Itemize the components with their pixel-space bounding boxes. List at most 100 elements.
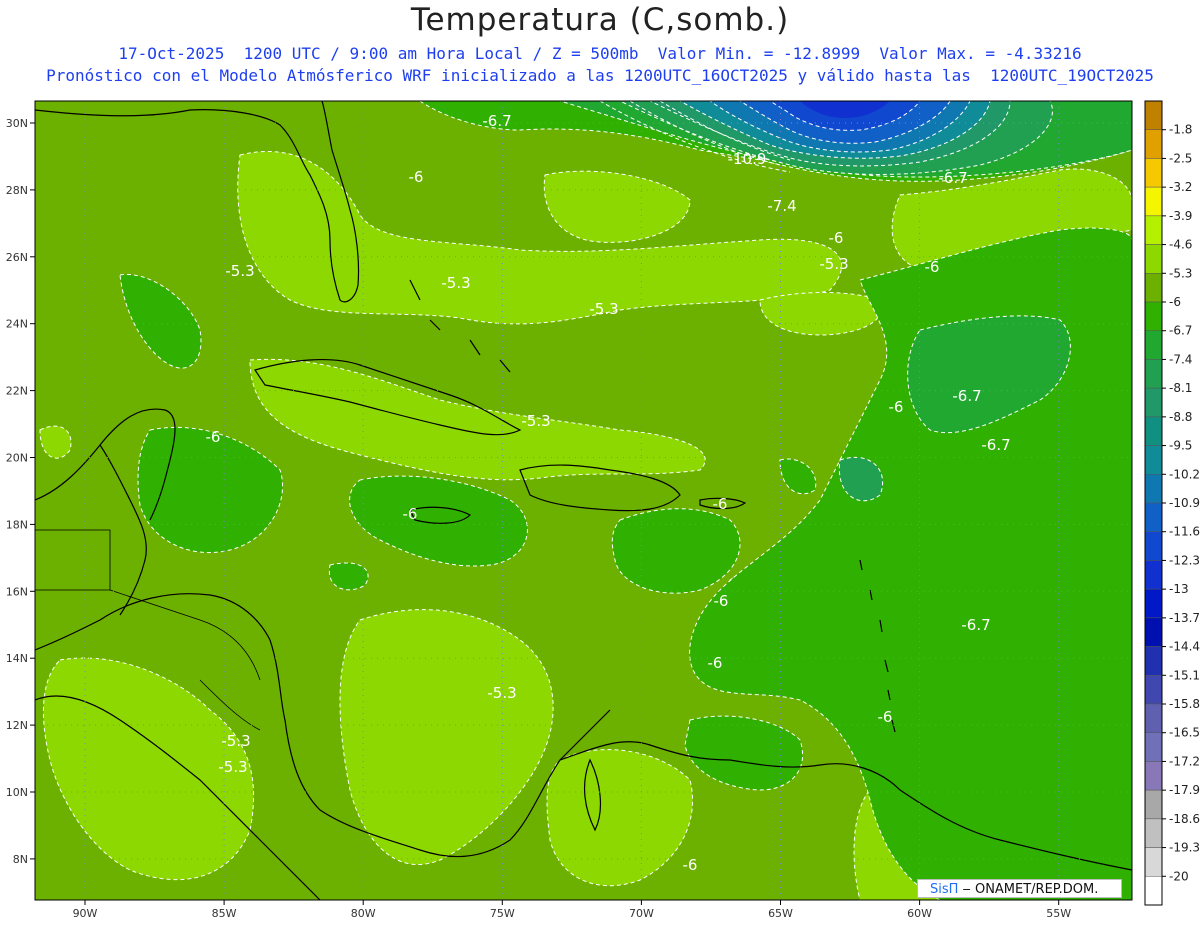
colorbar-swatch: [1144, 646, 1163, 676]
contour-label: -5.3: [487, 684, 516, 702]
lon-tick-label: 70W: [629, 907, 654, 920]
lat-tick-label: 12N: [6, 719, 28, 732]
lat-tick-label: 28N: [6, 184, 28, 197]
temperature-map: -6.7 -10.9 -6 -6.7 -7.4 -6 -5.3 -6 -5.3 -5.3 -5.3 -…: [6, 100, 1200, 920]
contour-label: -5.3: [589, 300, 618, 318]
colorbar-swatch: [1144, 330, 1163, 360]
contour-label: -6.7: [961, 616, 990, 634]
map-plot-area: [35, 101, 1132, 900]
contour-label: -5.3: [441, 274, 470, 292]
colorbar-swatch: [1144, 474, 1163, 504]
colorbar-label: -16.5: [1169, 726, 1200, 740]
colorbar-label: -3.9: [1169, 209, 1192, 223]
lat-tick-label: 10N: [6, 786, 28, 799]
colorbar-swatch: [1144, 215, 1163, 245]
lat-tick-label: 16N: [6, 585, 28, 598]
colorbar-swatch: [1144, 387, 1163, 418]
lat-tick-label: 8N: [13, 853, 28, 866]
colorbar-label: -15.8: [1169, 697, 1200, 711]
colorbar-swatch: [1144, 761, 1163, 791]
lon-tick-label: 90W: [73, 907, 98, 920]
colorbar-swatch: [1144, 100, 1163, 130]
sispi-logo: SisΠ: [930, 882, 959, 897]
contour-label: -6: [683, 856, 698, 874]
contour-label: -5.3: [521, 412, 550, 430]
colorbar-swatch: [1144, 531, 1163, 561]
colorbar-swatch: [1144, 847, 1163, 877]
lon-tick-label: 55W: [1046, 907, 1071, 920]
lat-tick-label: 22N: [6, 385, 28, 398]
colorbar-swatch: [1144, 675, 1163, 705]
contour-label: -5.3: [221, 732, 250, 750]
longitude-axis: 90W 85W 80W 75W 70W 65W 60W 55W: [73, 900, 1071, 920]
colorbar-label: -10.9: [1169, 496, 1200, 510]
colorbar-swatch: [1144, 818, 1163, 848]
colorbar-swatch: [1144, 588, 1163, 619]
contour-label: -5.3: [218, 758, 247, 776]
credit-text: ‒ ONAMET/REP.DOM.: [958, 882, 1099, 897]
credit-box: SisΠ ‒ ONAMET/REP.DOM.: [917, 879, 1122, 898]
colorbar-swatch: [1144, 789, 1163, 820]
lat-tick-label: 20N: [6, 452, 28, 465]
contour-label: -6.7: [482, 112, 511, 130]
colorbar-label: -10.2: [1169, 467, 1200, 481]
contour-label: -6: [409, 168, 424, 186]
colorbar-swatch: [1144, 158, 1163, 188]
colorbar-label: -4.6: [1169, 238, 1192, 252]
colorbar-label: -7.4: [1169, 352, 1192, 366]
contour-label: -6: [925, 258, 940, 276]
colorbar-label: -13: [1169, 582, 1189, 596]
lat-tick-label: 24N: [6, 318, 28, 331]
colorbar-label: -2.5: [1169, 151, 1192, 165]
colorbar-swatch: [1144, 301, 1163, 331]
colorbar-swatch: [1144, 244, 1163, 274]
contour-label: -6: [878, 708, 893, 726]
contour-label: -6.7: [938, 169, 967, 187]
colorbar-swatch: [1144, 359, 1163, 389]
lat-tick-label: 14N: [6, 652, 28, 665]
colorbar-label: -18.6: [1169, 812, 1200, 826]
contour-label: -6: [708, 654, 723, 672]
contour-label: -5.3: [225, 262, 254, 280]
colorbar-label: -17.2: [1169, 754, 1200, 768]
colorbar-swatch: [1144, 445, 1163, 475]
lat-tick-label: 30N: [6, 117, 28, 130]
contour-label: -10.9: [728, 150, 767, 168]
contour-label: -6.7: [981, 436, 1010, 454]
colorbar-swatch: [1144, 876, 1163, 906]
colorbar-label: -9.5: [1169, 439, 1192, 453]
colorbar-label: -6.7: [1169, 324, 1192, 338]
contour-label: -6: [889, 398, 904, 416]
colorbar-swatch: [1144, 502, 1163, 532]
contour-label: -6: [713, 495, 728, 513]
colorbar-swatch: [1144, 273, 1163, 303]
lon-tick-label: 80W: [351, 907, 376, 920]
colorbar-label: -15.1: [1169, 668, 1200, 682]
colorbar-swatch: [1144, 129, 1163, 159]
colorbar-label: -3.2: [1169, 180, 1192, 194]
colorbar: -1.8 -2.5 -3.2 -3.9 -4.6 -5.3 -6 -6.7 -7.4 -8.1 -8…: [1144, 100, 1200, 906]
colorbar-label: -8.1: [1169, 381, 1192, 395]
contour-label: -6.7: [952, 387, 981, 405]
lon-tick-label: 60W: [907, 907, 932, 920]
colorbar-label: -12.3: [1169, 553, 1200, 567]
contour-label: -6: [829, 229, 844, 247]
colorbar-swatch: [1144, 703, 1163, 733]
contour-label: -7.4: [767, 197, 796, 215]
lon-tick-label: 65W: [768, 907, 793, 920]
colorbar-label: -14.4: [1169, 640, 1200, 654]
lon-tick-label: 75W: [490, 907, 515, 920]
contour-label: -6: [403, 505, 418, 523]
colorbar-label: -11.6: [1169, 525, 1200, 539]
lat-tick-label: 26N: [6, 251, 28, 264]
latitude-axis: 30N 28N 26N 24N 22N 20N 18N 16N 14N 12N 10N 8N: [6, 117, 35, 866]
colorbar-swatch: [1144, 560, 1163, 590]
colorbar-swatch: [1144, 186, 1163, 217]
colorbar-label: -8.8: [1169, 410, 1192, 424]
contour-label: -6: [206, 428, 221, 446]
colorbar-label: -20: [1169, 869, 1189, 883]
colorbar-swatch: [1144, 732, 1163, 762]
contour-label: -6: [714, 592, 729, 610]
colorbar-label: -17.9: [1169, 783, 1200, 797]
colorbar-label: -6: [1169, 295, 1181, 309]
